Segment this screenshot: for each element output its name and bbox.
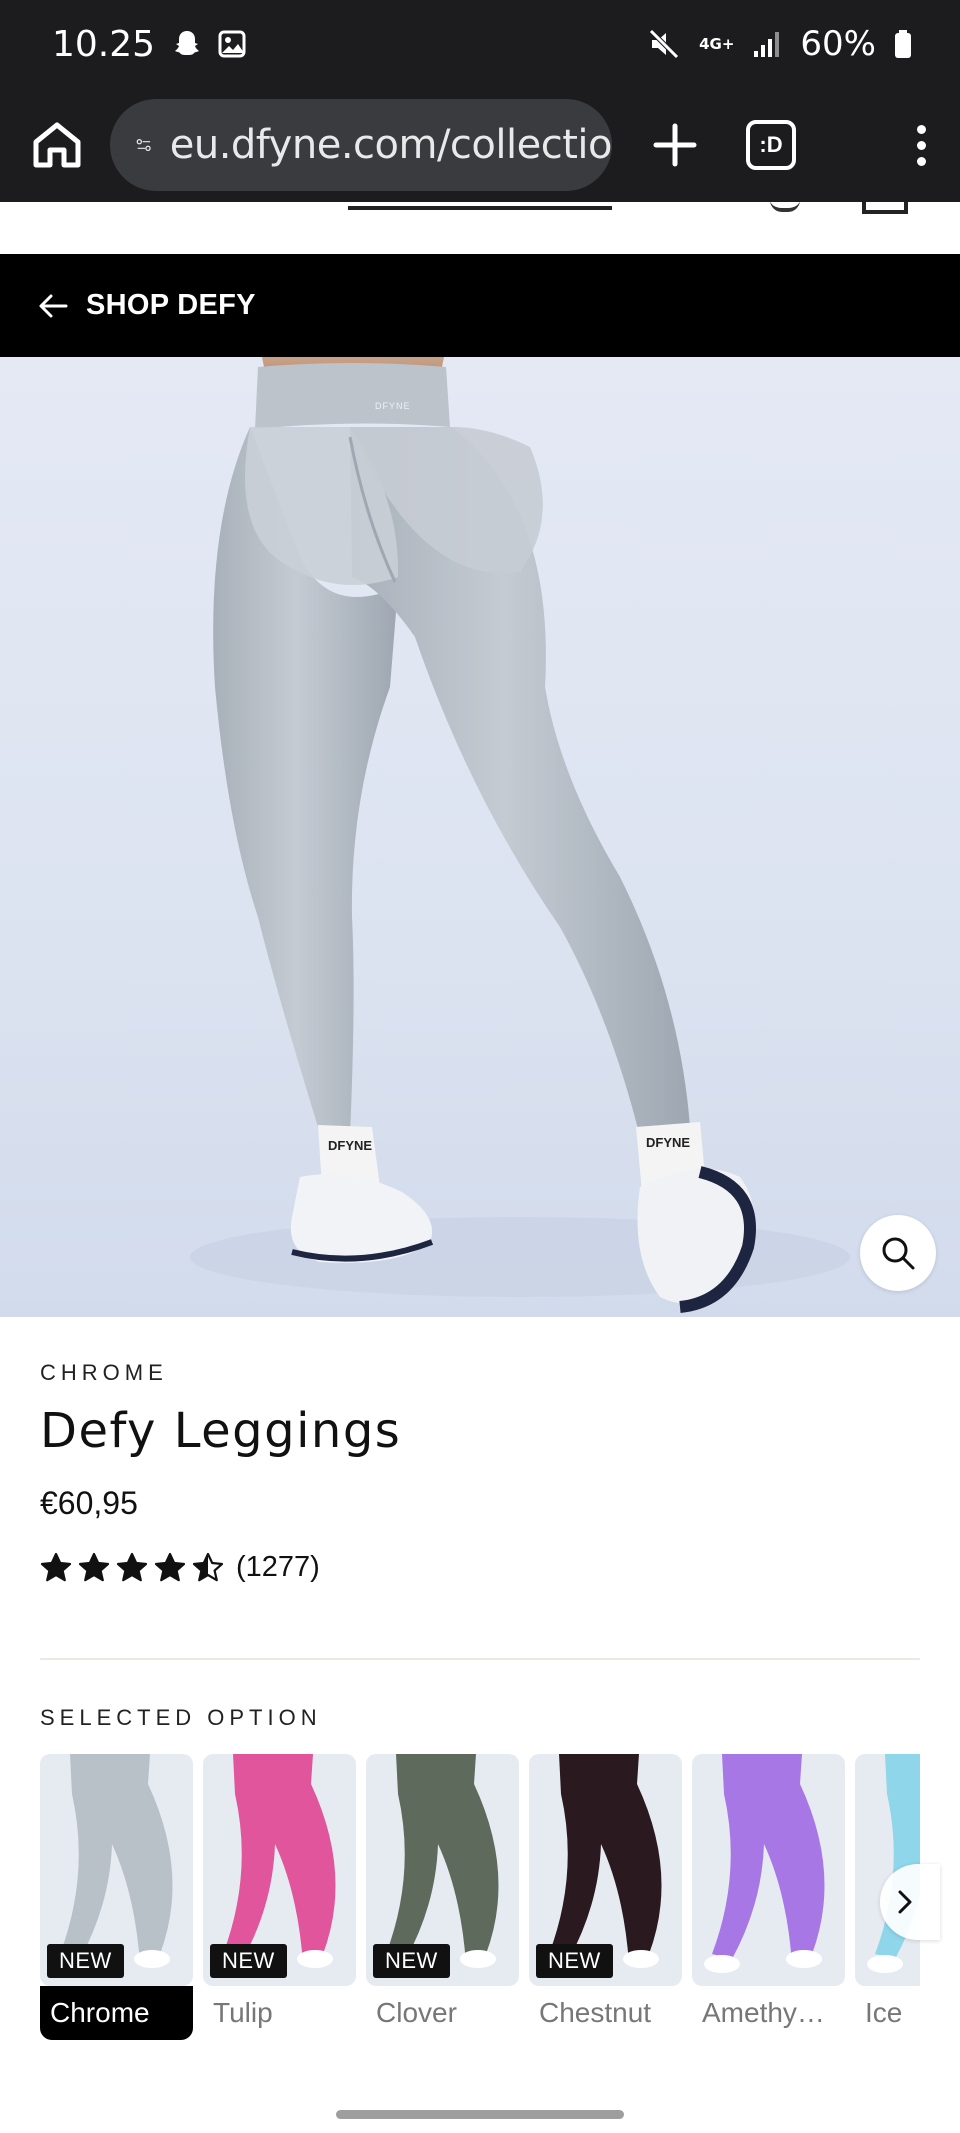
product-image[interactable]: DFYNE DFYNE DFYNE [0, 357, 960, 1317]
color-swatch[interactable]: NEW Tulip [203, 1754, 356, 2042]
browser-toolbar: eu.dfyne.com/collectio :D [0, 88, 960, 202]
site-header [0, 202, 960, 254]
star-full-icon [40, 1552, 72, 1581]
rating-stars [40, 1552, 230, 1584]
breadcrumb-label[interactable]: SHOP DEFY [86, 289, 256, 322]
product-price: €60,95 [40, 1485, 138, 1521]
battery-icon [895, 30, 911, 58]
swatch-name[interactable]: Clover [366, 1986, 519, 2040]
star-full-icon [116, 1552, 148, 1581]
selected-option-label: SELECTED OPTION [40, 1705, 322, 1730]
divider [40, 1658, 920, 1660]
swatch-name[interactable]: Chestnut [529, 1986, 682, 2040]
snapchat-icon [175, 31, 200, 55]
new-tab-icon[interactable] [648, 118, 702, 172]
svg-text:DFYNE: DFYNE [646, 1135, 690, 1150]
cart-icon[interactable] [862, 202, 908, 214]
zoom-button[interactable] [860, 1215, 936, 1291]
network-type: 4G+ [699, 34, 735, 53]
rating[interactable]: (1277) [40, 1551, 320, 1584]
swatch-name[interactable]: Chrome [40, 1986, 193, 2040]
home-icon[interactable] [28, 116, 86, 174]
tab-switcher-label: :D [759, 132, 783, 157]
gesture-bar [336, 2110, 624, 2119]
new-badge: NEW [373, 1944, 450, 1978]
swatch-image[interactable] [692, 1754, 845, 1986]
site-settings-icon[interactable] [136, 128, 152, 162]
signal-icon [754, 32, 780, 57]
color-swatch[interactable]: Amethy… [692, 1754, 845, 2042]
clock: 10.25 [52, 23, 156, 65]
gallery-icon [218, 30, 246, 58]
new-badge: NEW [536, 1944, 613, 1978]
color-swatch[interactable]: NEW Clover [366, 1754, 519, 2042]
url-bar[interactable]: eu.dfyne.com/collectio [110, 99, 612, 191]
swatch-name[interactable]: Ice [855, 1986, 920, 2040]
star-half-icon [192, 1552, 224, 1581]
star-full-icon [154, 1552, 186, 1581]
swatch-name[interactable]: Tulip [203, 1986, 356, 2040]
star-full-icon [78, 1552, 110, 1581]
svg-text:DFYNE: DFYNE [375, 401, 411, 411]
product-colorway: CHROME [40, 1360, 168, 1385]
search-icon[interactable] [770, 202, 800, 212]
site-logo[interactable] [348, 202, 612, 210]
product-photo: DFYNE DFYNE DFYNE [190, 357, 850, 1313]
breadcrumb[interactable]: SHOP DEFY [0, 254, 960, 357]
battery-level: 60% [800, 24, 876, 64]
product-title: Defy Leggings [40, 1403, 402, 1459]
chevron-right-icon [898, 1890, 912, 1914]
color-swatch[interactable]: NEW Chrome [40, 1754, 193, 2042]
color-swatch[interactable]: NEW Chestnut [529, 1754, 682, 2042]
more-menu-icon[interactable] [917, 124, 926, 166]
status-bar: 10.25 4G+ 60% [0, 0, 960, 88]
svg-text:DFYNE: DFYNE [328, 1138, 372, 1153]
tabs-icon[interactable]: :D [746, 120, 796, 170]
swatch-name[interactable]: Amethy… [692, 1986, 845, 2040]
mute-icon [649, 29, 679, 59]
new-badge: NEW [210, 1944, 287, 1978]
arrow-left-icon [39, 294, 68, 317]
magnifier-icon [882, 1237, 915, 1270]
url-text[interactable]: eu.dfyne.com/collectio [170, 122, 612, 168]
review-count[interactable]: (1277) [236, 1551, 320, 1584]
color-swatch-list: NEW Chrome NEW Tulip NEW Clover NEW Chestnut Ame… [40, 1754, 920, 2044]
new-badge: NEW [47, 1944, 124, 1978]
